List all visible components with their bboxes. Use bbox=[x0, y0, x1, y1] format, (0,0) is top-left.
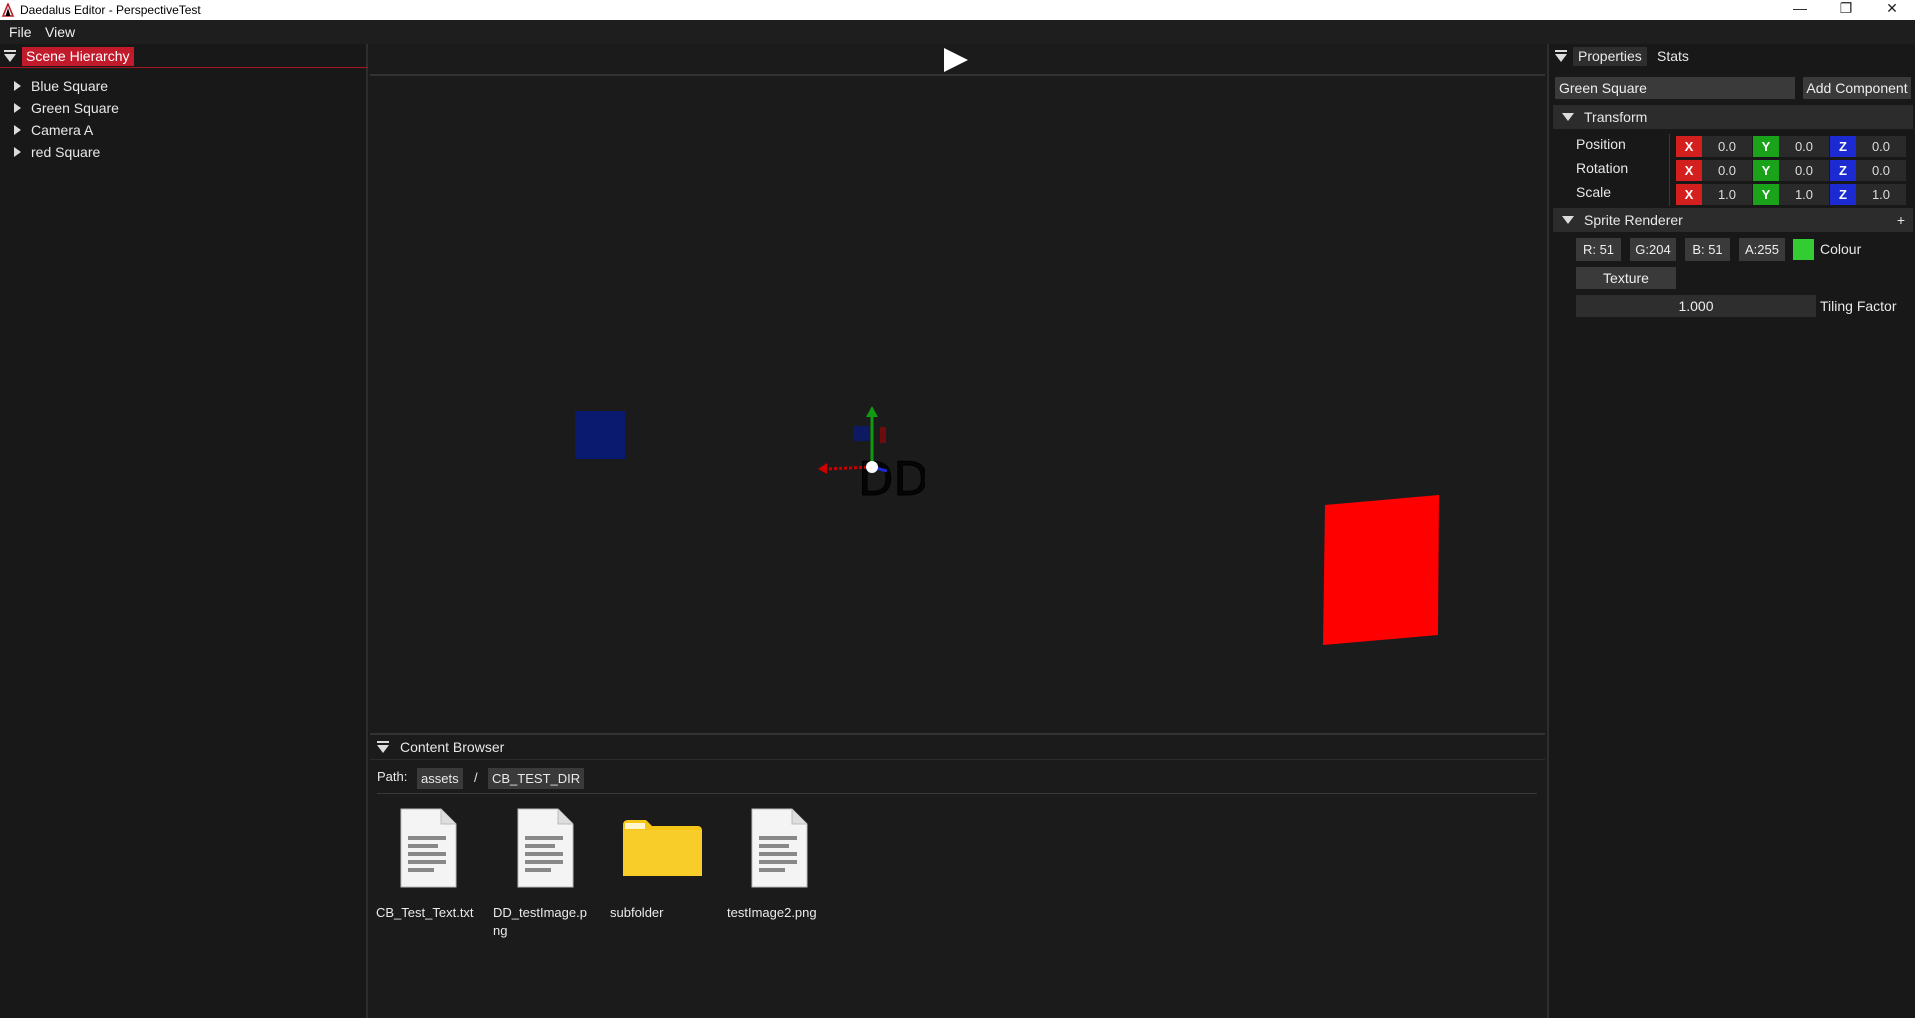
breadcrumb-cb-test-dir[interactable]: CB_TEST_DIR bbox=[488, 768, 585, 789]
title-bar: Daedalus Editor - PerspectiveTest — ❐ ✕ bbox=[0, 0, 1915, 20]
file-icon bbox=[517, 808, 574, 888]
scale-y-field[interactable]: 1.0 bbox=[1779, 184, 1829, 205]
file-icon bbox=[751, 808, 808, 888]
scale-z-field[interactable]: 1.0 bbox=[1856, 184, 1906, 205]
content-browser-title: Content Browser bbox=[400, 739, 505, 755]
rotation-x-field[interactable]: 0.0 bbox=[1702, 160, 1752, 181]
hierarchy-item-label: Camera A bbox=[31, 122, 94, 138]
position-y-button[interactable]: Y bbox=[1753, 136, 1779, 157]
collapse-arrow-icon[interactable] bbox=[1562, 113, 1574, 121]
path-label: Path: bbox=[377, 769, 408, 784]
scale-x-button[interactable]: X bbox=[1676, 184, 1702, 205]
colour-g-field[interactable]: G:204 bbox=[1630, 238, 1676, 261]
position-y-field[interactable]: 0.0 bbox=[1779, 136, 1829, 157]
sprite-renderer-section-header[interactable]: Sprite Renderer + bbox=[1553, 208, 1913, 232]
close-button[interactable]: ✕ bbox=[1869, 0, 1915, 20]
position-z-field[interactable]: 0.0 bbox=[1856, 136, 1906, 157]
expand-arrow-icon[interactable] bbox=[14, 125, 21, 135]
file-name: CB_Test_Text.txt bbox=[376, 905, 474, 920]
tab-stats[interactable]: Stats bbox=[1652, 47, 1694, 66]
breadcrumb-assets[interactable]: assets bbox=[417, 768, 463, 789]
file-name: testImage2.png bbox=[727, 905, 817, 920]
folder-icon bbox=[623, 820, 702, 876]
tiling-factor-label: Tiling Factor bbox=[1820, 298, 1897, 314]
scale-z-button[interactable]: Z bbox=[1830, 184, 1856, 205]
section-title: Transform bbox=[1584, 109, 1648, 125]
rotation-x-button[interactable]: X bbox=[1676, 160, 1702, 181]
colour-a-field[interactable]: A:255 bbox=[1739, 238, 1785, 261]
hierarchy-item-label: Green Square bbox=[31, 100, 119, 116]
rotation-z-field[interactable]: 0.0 bbox=[1856, 160, 1906, 181]
position-z-button[interactable]: Z bbox=[1830, 136, 1856, 157]
rotation-y-button[interactable]: Y bbox=[1753, 160, 1779, 181]
expand-arrow-icon[interactable] bbox=[14, 147, 21, 157]
divider bbox=[370, 759, 1545, 760]
folder-item[interactable]: subfolder bbox=[610, 806, 710, 946]
restore-button[interactable]: ❐ bbox=[1823, 0, 1869, 20]
add-component-button[interactable]: Add Component bbox=[1803, 77, 1911, 99]
panel-menu-icon[interactable] bbox=[377, 741, 389, 753]
minimize-button[interactable]: — bbox=[1777, 0, 1823, 20]
window-title: Daedalus Editor - PerspectiveTest bbox=[20, 3, 201, 17]
position-x-button[interactable]: X bbox=[1676, 136, 1702, 157]
breadcrumb-separator: / bbox=[474, 770, 478, 785]
hierarchy-header: Scene Hierarchy bbox=[0, 44, 368, 68]
rotation-z-button[interactable]: Z bbox=[1830, 160, 1856, 181]
transform-section-header[interactable]: Transform bbox=[1553, 105, 1913, 129]
divider bbox=[1669, 134, 1670, 206]
file-name: DD_testImage.png bbox=[493, 905, 587, 938]
play-icon[interactable] bbox=[944, 48, 968, 72]
menu-file[interactable]: File bbox=[9, 24, 32, 40]
expand-arrow-icon[interactable] bbox=[14, 103, 21, 113]
panel-menu-icon[interactable] bbox=[1555, 50, 1567, 62]
blue-square-sprite[interactable] bbox=[575, 411, 625, 459]
tab-scene-hierarchy[interactable]: Scene Hierarchy bbox=[22, 47, 134, 66]
hierarchy-item-label: red Square bbox=[31, 144, 101, 160]
menu-view[interactable]: View bbox=[45, 24, 75, 40]
file-item[interactable]: CB_Test_Text.txt bbox=[376, 806, 476, 946]
folder-name: subfolder bbox=[610, 905, 664, 920]
menu-bar: File View bbox=[0, 20, 1915, 44]
tiling-factor-slider[interactable]: 1.000 bbox=[1576, 295, 1816, 317]
rotation-label: Rotation bbox=[1576, 160, 1629, 176]
entity-name-input[interactable]: Green Square bbox=[1555, 77, 1795, 99]
divider bbox=[377, 793, 1537, 794]
position-label: Position bbox=[1576, 136, 1626, 152]
texture-button[interactable]: Texture bbox=[1576, 267, 1676, 289]
colour-label: Colour bbox=[1820, 241, 1862, 257]
file-item[interactable]: testImage2.png bbox=[727, 806, 837, 946]
component-options-button[interactable]: + bbox=[1897, 208, 1905, 232]
file-item[interactable]: DD_testImage.png bbox=[493, 806, 593, 946]
transform-gizmo[interactable]: DD bbox=[815, 403, 925, 503]
red-square-sprite[interactable] bbox=[1323, 495, 1441, 645]
collapse-arrow-icon[interactable] bbox=[1562, 216, 1574, 224]
colour-r-field[interactable]: R: 51 bbox=[1576, 238, 1621, 261]
rotation-y-field[interactable]: 0.0 bbox=[1779, 160, 1829, 181]
expand-arrow-icon[interactable] bbox=[14, 81, 21, 91]
hierarchy-item-label: Blue Square bbox=[31, 78, 109, 94]
scene-hierarchy-panel: Scene Hierarchy Blue Square Green Square… bbox=[0, 44, 368, 1018]
scene-viewport[interactable]: DD bbox=[370, 78, 1545, 731]
position-x-field[interactable]: 0.0 bbox=[1702, 136, 1752, 157]
scale-label: Scale bbox=[1576, 184, 1612, 200]
scale-x-field[interactable]: 1.0 bbox=[1702, 184, 1752, 205]
colour-swatch[interactable] bbox=[1793, 239, 1814, 260]
panel-menu-icon[interactable] bbox=[4, 50, 16, 62]
scale-y-button[interactable]: Y bbox=[1753, 184, 1779, 205]
tab-properties[interactable]: Properties bbox=[1573, 47, 1647, 66]
app-logo-icon bbox=[2, 3, 14, 17]
file-icon bbox=[400, 808, 457, 888]
colour-b-field[interactable]: B: 51 bbox=[1685, 238, 1730, 261]
section-title: Sprite Renderer bbox=[1584, 212, 1683, 228]
svg-text:DD: DD bbox=[858, 452, 925, 503]
